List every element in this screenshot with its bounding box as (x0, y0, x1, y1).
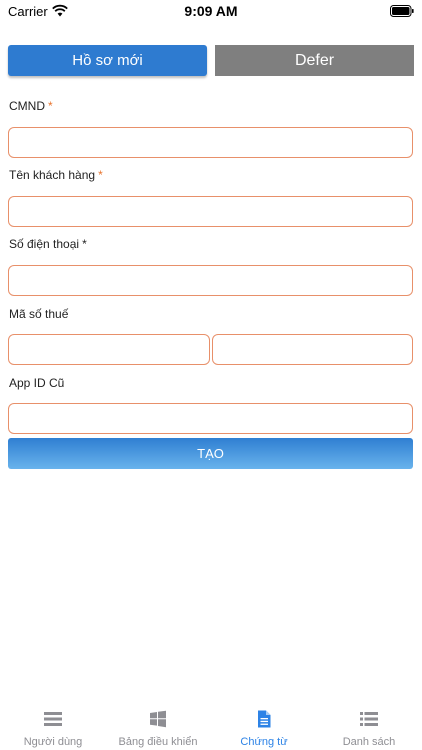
list-icon (360, 712, 378, 726)
tabbar-item-users[interactable]: Người dùng (0, 700, 106, 750)
menu-lines-icon (44, 712, 62, 726)
tabbar-label-documents: Chứng từ (240, 736, 288, 748)
phone-input[interactable] (8, 265, 413, 296)
cmnd-label-text: CMND (9, 99, 45, 113)
customer-name-label: Tên khách hàng * (9, 168, 103, 182)
windows-grid-icon (150, 710, 166, 728)
tabbar-label-list: Danh sách (342, 736, 396, 748)
tab-defer[interactable]: Defer (215, 45, 414, 76)
tax-code-input-2[interactable] (212, 334, 413, 365)
status-bar: Carrier 9:09 AM (0, 0, 422, 24)
tax-code-input-1[interactable] (8, 334, 210, 365)
status-time: 9:09 AM (184, 3, 238, 19)
required-mark: * (98, 168, 103, 182)
document-icon (258, 710, 271, 728)
phone-label-text: Số điện thoại (9, 237, 80, 251)
tax-code-label: Mã số thuế (9, 307, 69, 321)
customer-name-label-text: Tên khách hàng (9, 168, 96, 182)
customer-name-input[interactable] (8, 196, 413, 227)
tabbar-label-users: Người dùng (23, 736, 83, 748)
old-app-id-label: App ID Cũ (9, 376, 65, 390)
tabbar-item-dashboard[interactable]: Bảng điều khiển (105, 700, 211, 750)
old-app-id-input[interactable] (8, 403, 413, 434)
cmnd-input[interactable] (8, 127, 413, 158)
tabbar-item-list[interactable]: Danh sách (316, 700, 422, 750)
bottom-tab-bar: Người dùng Bảng điều khiển Chứng từ Danh… (0, 700, 422, 750)
tabbar-label-dashboard: Bảng điều khiển (118, 736, 198, 748)
tabbar-item-documents[interactable]: Chứng từ (211, 700, 317, 750)
required-mark: * (48, 99, 53, 113)
create-button[interactable]: TẠO (8, 438, 413, 469)
phone-label: Số điện thoại * (9, 237, 87, 251)
tab-new-profile[interactable]: Hồ sơ mới (8, 45, 207, 76)
cmnd-label: CMND * (9, 99, 53, 113)
required-mark: * (82, 237, 87, 251)
battery-icon (390, 5, 414, 17)
